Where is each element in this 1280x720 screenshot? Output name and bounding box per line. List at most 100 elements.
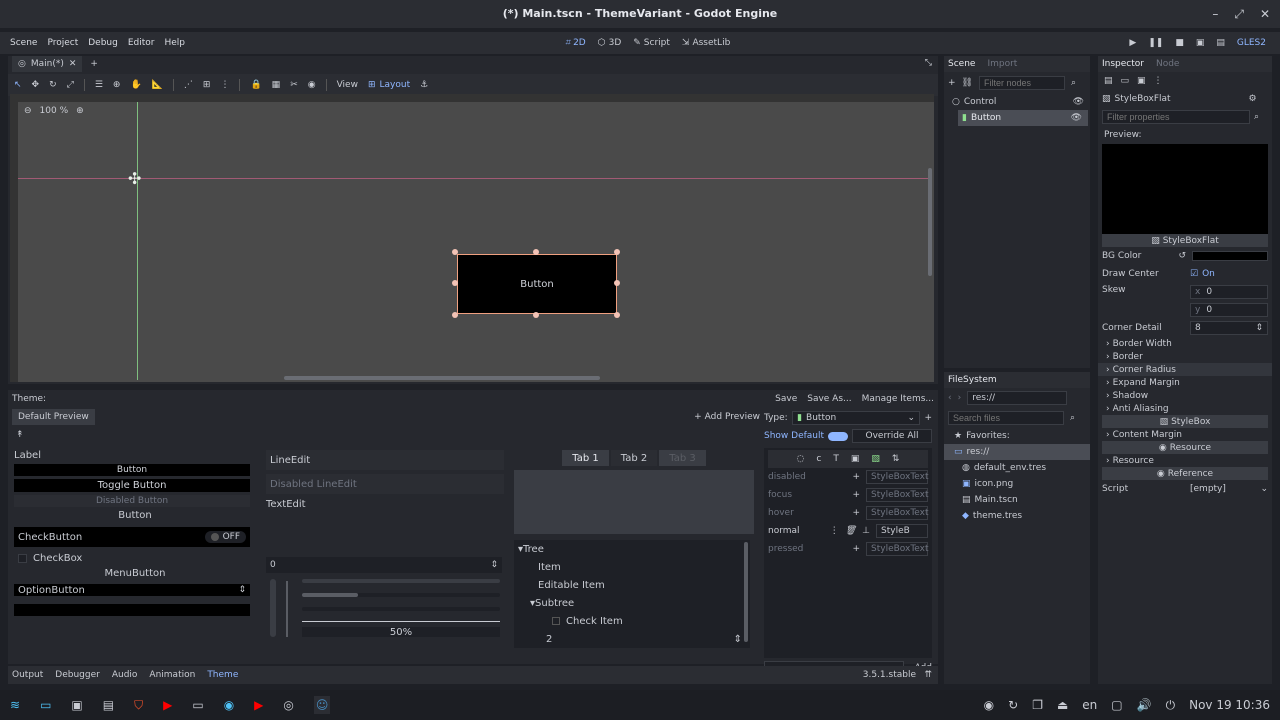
section-content-margin[interactable]: › Content Margin [1098, 428, 1272, 441]
resize-handle[interactable] [533, 249, 539, 255]
tree-root[interactable]: ▾ Tree [514, 540, 750, 558]
add-icon[interactable]: + [852, 544, 860, 554]
filter-nodes-input[interactable] [978, 76, 1065, 90]
preview-hscrollbar[interactable] [302, 593, 500, 597]
play-icon[interactable]: ▶ [1129, 38, 1136, 48]
godot-icon[interactable]: ☺ [313, 696, 331, 714]
workspace-assetlib[interactable]: ⇲ AssetLib [682, 38, 730, 48]
start-menu-icon[interactable]: ≋ [10, 698, 20, 712]
workspace-3d[interactable]: ⬡ 3D [598, 38, 622, 48]
view-menu[interactable]: View [337, 80, 358, 90]
preview-menubutton[interactable]: MenuButton [14, 568, 256, 584]
folder-res[interactable]: ▭ res:// [944, 444, 1090, 460]
volume-icon[interactable]: 🔊 [1137, 698, 1152, 712]
tree-editable-item[interactable]: Editable Item [514, 576, 750, 594]
more-icon[interactable]: ⋮ [1154, 76, 1163, 86]
file-item[interactable]: ◍ default_env.tres [944, 460, 1090, 476]
tab-debugger[interactable]: Debugger [55, 670, 100, 680]
app-icon[interactable]: ◉ [224, 698, 234, 712]
resize-handle[interactable] [452, 249, 458, 255]
zoom-in-icon[interactable]: ⊕ [76, 106, 84, 116]
scale-icon[interactable]: ⤢ [67, 80, 74, 90]
window-icon[interactable]: ▢ [1111, 698, 1122, 712]
section-expand-margin[interactable]: › Expand Margin [1098, 376, 1272, 389]
override-all-button[interactable]: Override All [852, 429, 932, 443]
type-selector[interactable]: ▮ Button ⌄ [792, 411, 921, 425]
section-anti-aliasing[interactable]: › Anti Aliasing [1098, 402, 1272, 415]
youtube-icon[interactable]: ▶ [254, 698, 263, 712]
forward-icon[interactable]: › [958, 393, 962, 403]
tab-output[interactable]: Output [12, 670, 43, 680]
add-icon[interactable]: + [852, 472, 860, 482]
file-item[interactable]: ▣ icon.png [944, 476, 1090, 492]
vertical-scrollbar[interactable] [928, 168, 932, 276]
folder-icon[interactable]: ▭ [192, 698, 203, 712]
tab-import[interactable]: Import [987, 59, 1017, 69]
file-item[interactable]: ▤ Main.tscn [944, 492, 1090, 508]
tab-theme[interactable]: Theme [207, 670, 238, 680]
resize-handle[interactable] [614, 312, 620, 318]
save-as-button[interactable]: Save As... [807, 394, 851, 404]
visibility-icon[interactable]: 👁 [1073, 97, 1084, 107]
tab-inspector[interactable]: Inspector [1102, 59, 1144, 69]
picker-icon[interactable]: ↟ [16, 430, 24, 440]
camera-icon[interactable]: ◉ [308, 80, 316, 90]
bone-icon[interactable]: ✂ [290, 80, 298, 90]
play-custom-icon[interactable]: ▤ [1216, 38, 1225, 48]
delete-icon[interactable]: 🗑 [845, 526, 856, 536]
visibility-icon[interactable]: 👁 [1071, 113, 1082, 123]
default-preview-tab[interactable]: Default Preview [12, 409, 95, 425]
menu-help[interactable]: Help [165, 38, 186, 48]
canvas-2d[interactable] [10, 94, 934, 382]
tree-node-button[interactable]: ▮ Button 👁 [958, 110, 1088, 126]
stylebox-field[interactable]: StyleBoxText [866, 488, 929, 502]
add-preview-button[interactable]: + Add Preview [694, 412, 760, 422]
tree-check-item[interactable]: Check Item [514, 612, 750, 630]
github-icon[interactable]: ◎ [283, 698, 293, 712]
canvas-button-node[interactable]: Button [457, 254, 617, 314]
stylebox-field[interactable]: StyleBoxText [866, 506, 929, 520]
menu-editor[interactable]: Editor [128, 38, 155, 48]
group-icon[interactable]: ▦ [272, 80, 281, 90]
list-select-icon[interactable]: ☰ [95, 80, 103, 90]
tab-audio[interactable]: Audio [112, 670, 138, 680]
tab-node[interactable]: Node [1156, 59, 1180, 69]
open-icon[interactable]: ▭ [1121, 76, 1130, 86]
ruler-icon[interactable]: 📐 [152, 80, 163, 90]
clipboard-icon[interactable]: ❐ [1032, 698, 1043, 712]
icon-type-icon[interactable]: ▣ [851, 454, 860, 464]
zoom-level[interactable]: 100 % [40, 106, 69, 116]
sync-icon[interactable]: ↻ [1008, 698, 1018, 712]
tab-scene[interactable]: Scene [948, 59, 975, 69]
preview-optionbutton[interactable]: OptionButton ⇕ [14, 584, 250, 596]
add-type-icon[interactable]: + [924, 413, 932, 423]
filter-properties-input[interactable] [1102, 110, 1250, 124]
restore-icon[interactable]: ⤢ [1234, 7, 1244, 22]
lock-icon[interactable]: 🔒 [250, 80, 261, 90]
keyboard-layout[interactable]: en [1082, 698, 1097, 712]
section-corner-radius[interactable]: › Corner Radius [1098, 363, 1272, 376]
minimize-icon[interactable]: – [1212, 7, 1218, 21]
toggle-switch[interactable]: OFF [204, 531, 246, 543]
brave-browser-icon[interactable]: ⛉ [134, 698, 143, 713]
close-icon[interactable]: ✕ [1260, 7, 1270, 21]
file-item[interactable]: ◆ theme.tres [944, 508, 1090, 524]
section-shadow[interactable]: › Shadow [1098, 389, 1272, 402]
smart-snap-icon[interactable]: ⋰ [184, 80, 193, 90]
back-icon[interactable]: ‹ [948, 393, 952, 403]
checkbox-checked-icon[interactable]: ☑ [1190, 269, 1198, 279]
resize-handle[interactable] [452, 280, 458, 286]
menu-project[interactable]: Project [47, 38, 78, 48]
preview-vslider[interactable] [270, 579, 276, 637]
show-default-toggle[interactable]: Show Default [764, 431, 849, 441]
new-resource-icon[interactable]: ▤ [1104, 76, 1113, 86]
scene-tab-main[interactable]: ◎ Main(*) ✕ [12, 56, 83, 72]
stylebox-type-icon[interactable]: ▧ [871, 454, 880, 464]
resize-handle[interactable] [614, 280, 620, 286]
add-icon[interactable]: + [852, 508, 860, 518]
upload-icon[interactable]: ⏏ [1057, 698, 1068, 712]
resize-handle[interactable] [452, 312, 458, 318]
corner-detail-spinbox[interactable]: 8 ⇕ [1190, 321, 1268, 335]
preview-button[interactable]: Button [14, 464, 250, 476]
app-icon[interactable]: ▤ [103, 698, 114, 712]
